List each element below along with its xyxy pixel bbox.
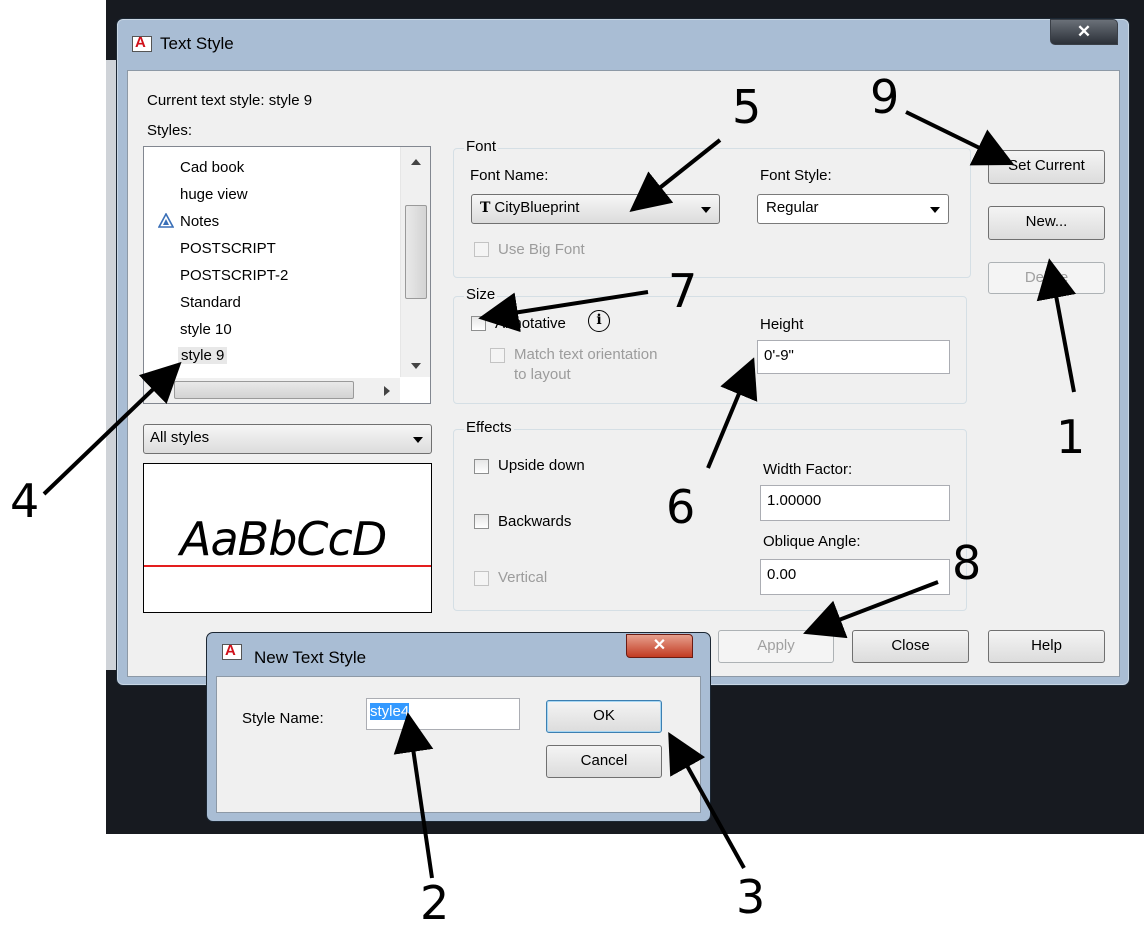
callout-number-3: 3 [736,870,766,924]
callout-number-1: 1 [1056,410,1086,464]
arrow-2 [393,712,434,879]
callout-number-9: 9 [870,70,900,124]
callout-number-2: 2 [420,876,450,930]
callout-number-8: 8 [952,536,982,590]
arrow-7 [478,290,649,333]
callout-number-6: 6 [666,480,696,534]
arrow-6 [706,357,758,469]
arrow-3 [668,732,746,869]
arrow-8 [803,580,939,639]
callout-number-5: 5 [732,80,762,134]
arrow-9 [905,110,1015,166]
screenshot-stage: A Text Style ✕ Current text style: style… [0,0,1144,936]
callout-number-7: 7 [668,264,698,318]
callout-arrows [42,110,1077,879]
arrow-5 [629,138,722,212]
arrow-4 [42,361,182,496]
callout-number-4: 4 [10,474,40,528]
arrow-1 [1036,258,1077,393]
